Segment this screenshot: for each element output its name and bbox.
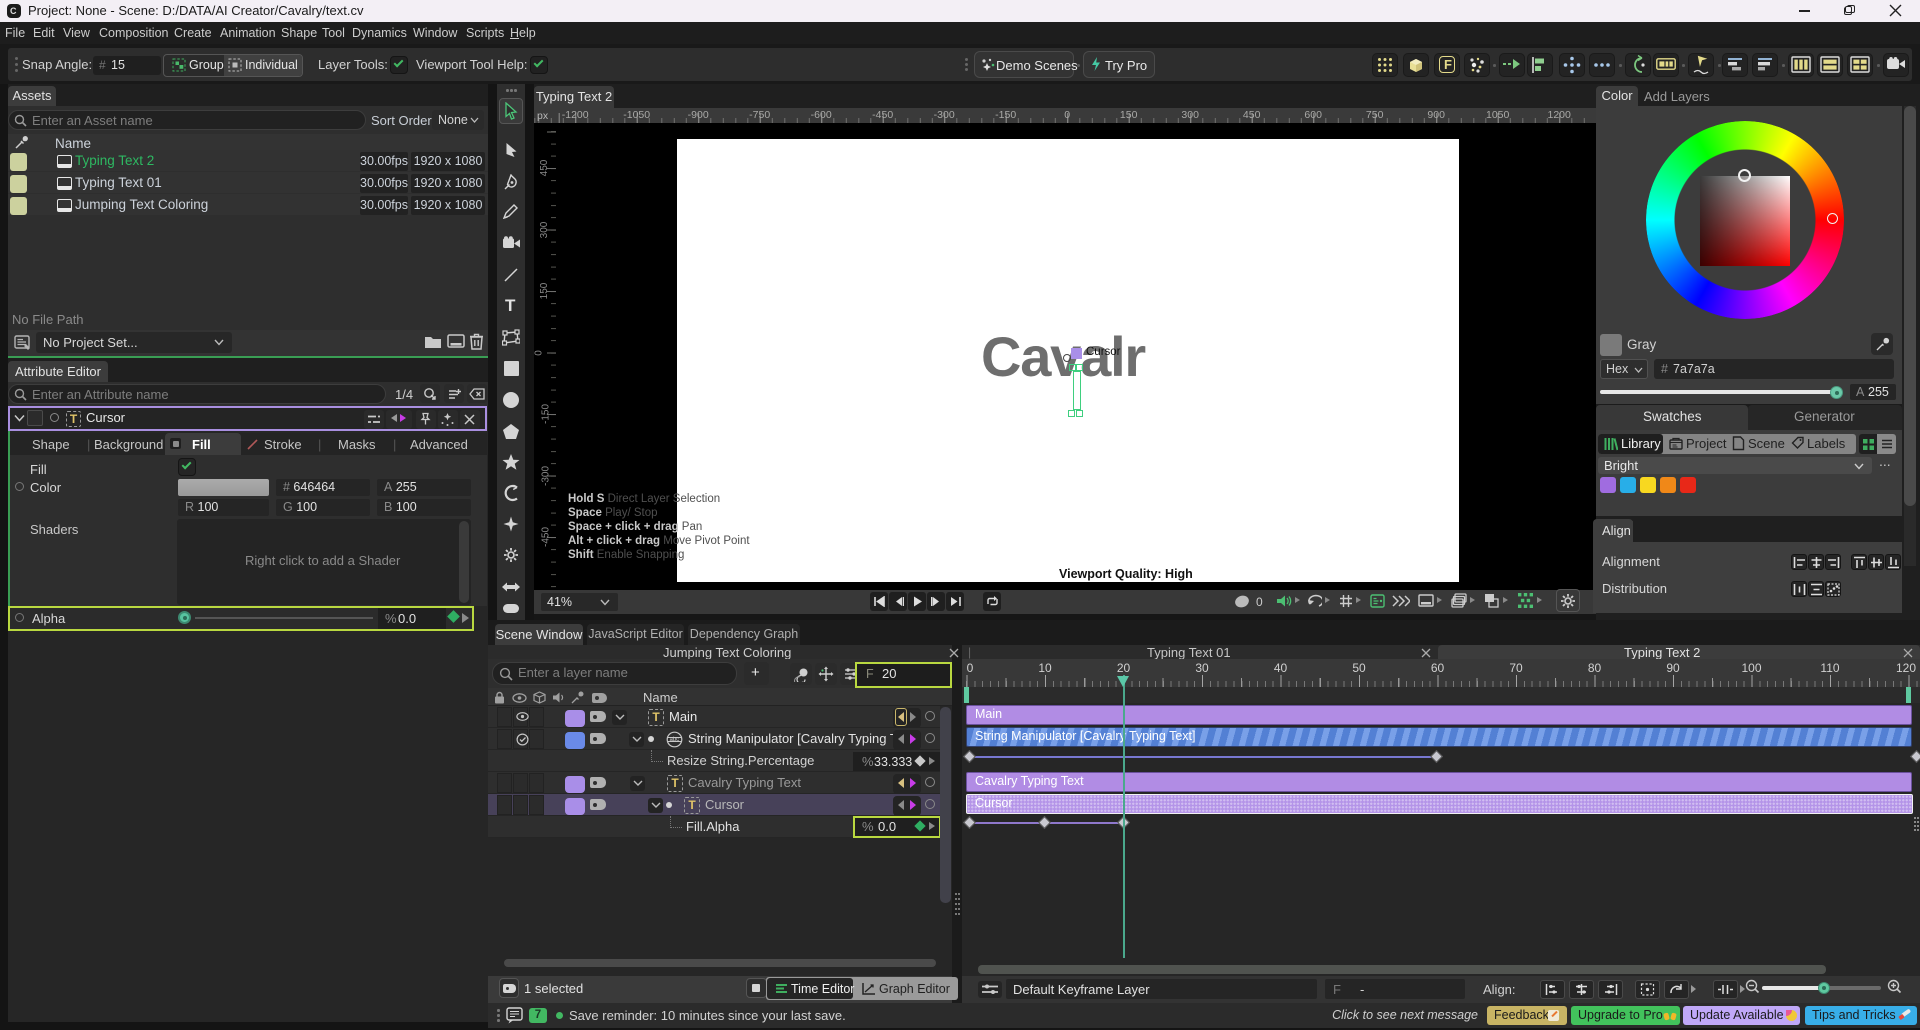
svg-text:abc: abc bbox=[670, 737, 680, 743]
